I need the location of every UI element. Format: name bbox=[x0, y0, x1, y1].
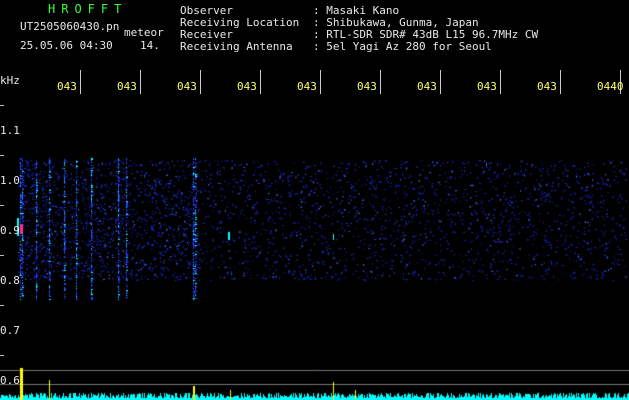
freq-minor-tick bbox=[0, 305, 4, 306]
time-tick-label: 043 bbox=[177, 80, 197, 93]
antenna-label: Receiving Antenna bbox=[180, 40, 293, 53]
time-tick-label: 043 bbox=[237, 80, 257, 93]
time-tick-label: 043 bbox=[357, 80, 377, 93]
freq-tick-label: 1.0 bbox=[0, 174, 20, 187]
mode-label: meteor bbox=[124, 26, 164, 39]
capture-count: 14. bbox=[140, 39, 160, 52]
time-tick-label: 043 bbox=[297, 80, 317, 93]
time-tick-label: 0440 bbox=[597, 80, 624, 93]
freq-tick-label: 0.9 bbox=[0, 224, 20, 237]
freq-tick-label: 0.7 bbox=[0, 324, 20, 337]
freq-minor-tick bbox=[0, 205, 4, 206]
time-tick-label: 043 bbox=[117, 80, 137, 93]
spectrogram-window: HROFFT UT2505060430.pn meteor 25.05.06 0… bbox=[0, 0, 629, 400]
freq-tick-label: 1.1 bbox=[0, 124, 20, 137]
time-tick-label: 043 bbox=[537, 80, 557, 93]
time-tick-label: 043 bbox=[57, 80, 77, 93]
freq-tick-label: 0.8 bbox=[0, 274, 20, 287]
antenna-value: : 5el Yagi Az 280 for Seoul bbox=[313, 40, 492, 53]
time-tick-label: 043 bbox=[417, 80, 437, 93]
spectrogram-canvas bbox=[0, 0, 629, 400]
freq-minor-tick bbox=[0, 105, 4, 106]
app-title: HROFFT bbox=[48, 2, 128, 16]
freq-tick-label: 0.6 bbox=[0, 374, 20, 387]
freq-minor-tick bbox=[0, 255, 4, 256]
freq-unit-label: kHz bbox=[0, 74, 20, 87]
file-name: UT2505060430.pn bbox=[20, 20, 120, 33]
freq-minor-tick bbox=[0, 155, 4, 156]
capture-datetime: 25.05.06 04:30 bbox=[20, 39, 113, 52]
freq-minor-tick bbox=[0, 355, 4, 356]
time-tick-label: 043 bbox=[477, 80, 497, 93]
